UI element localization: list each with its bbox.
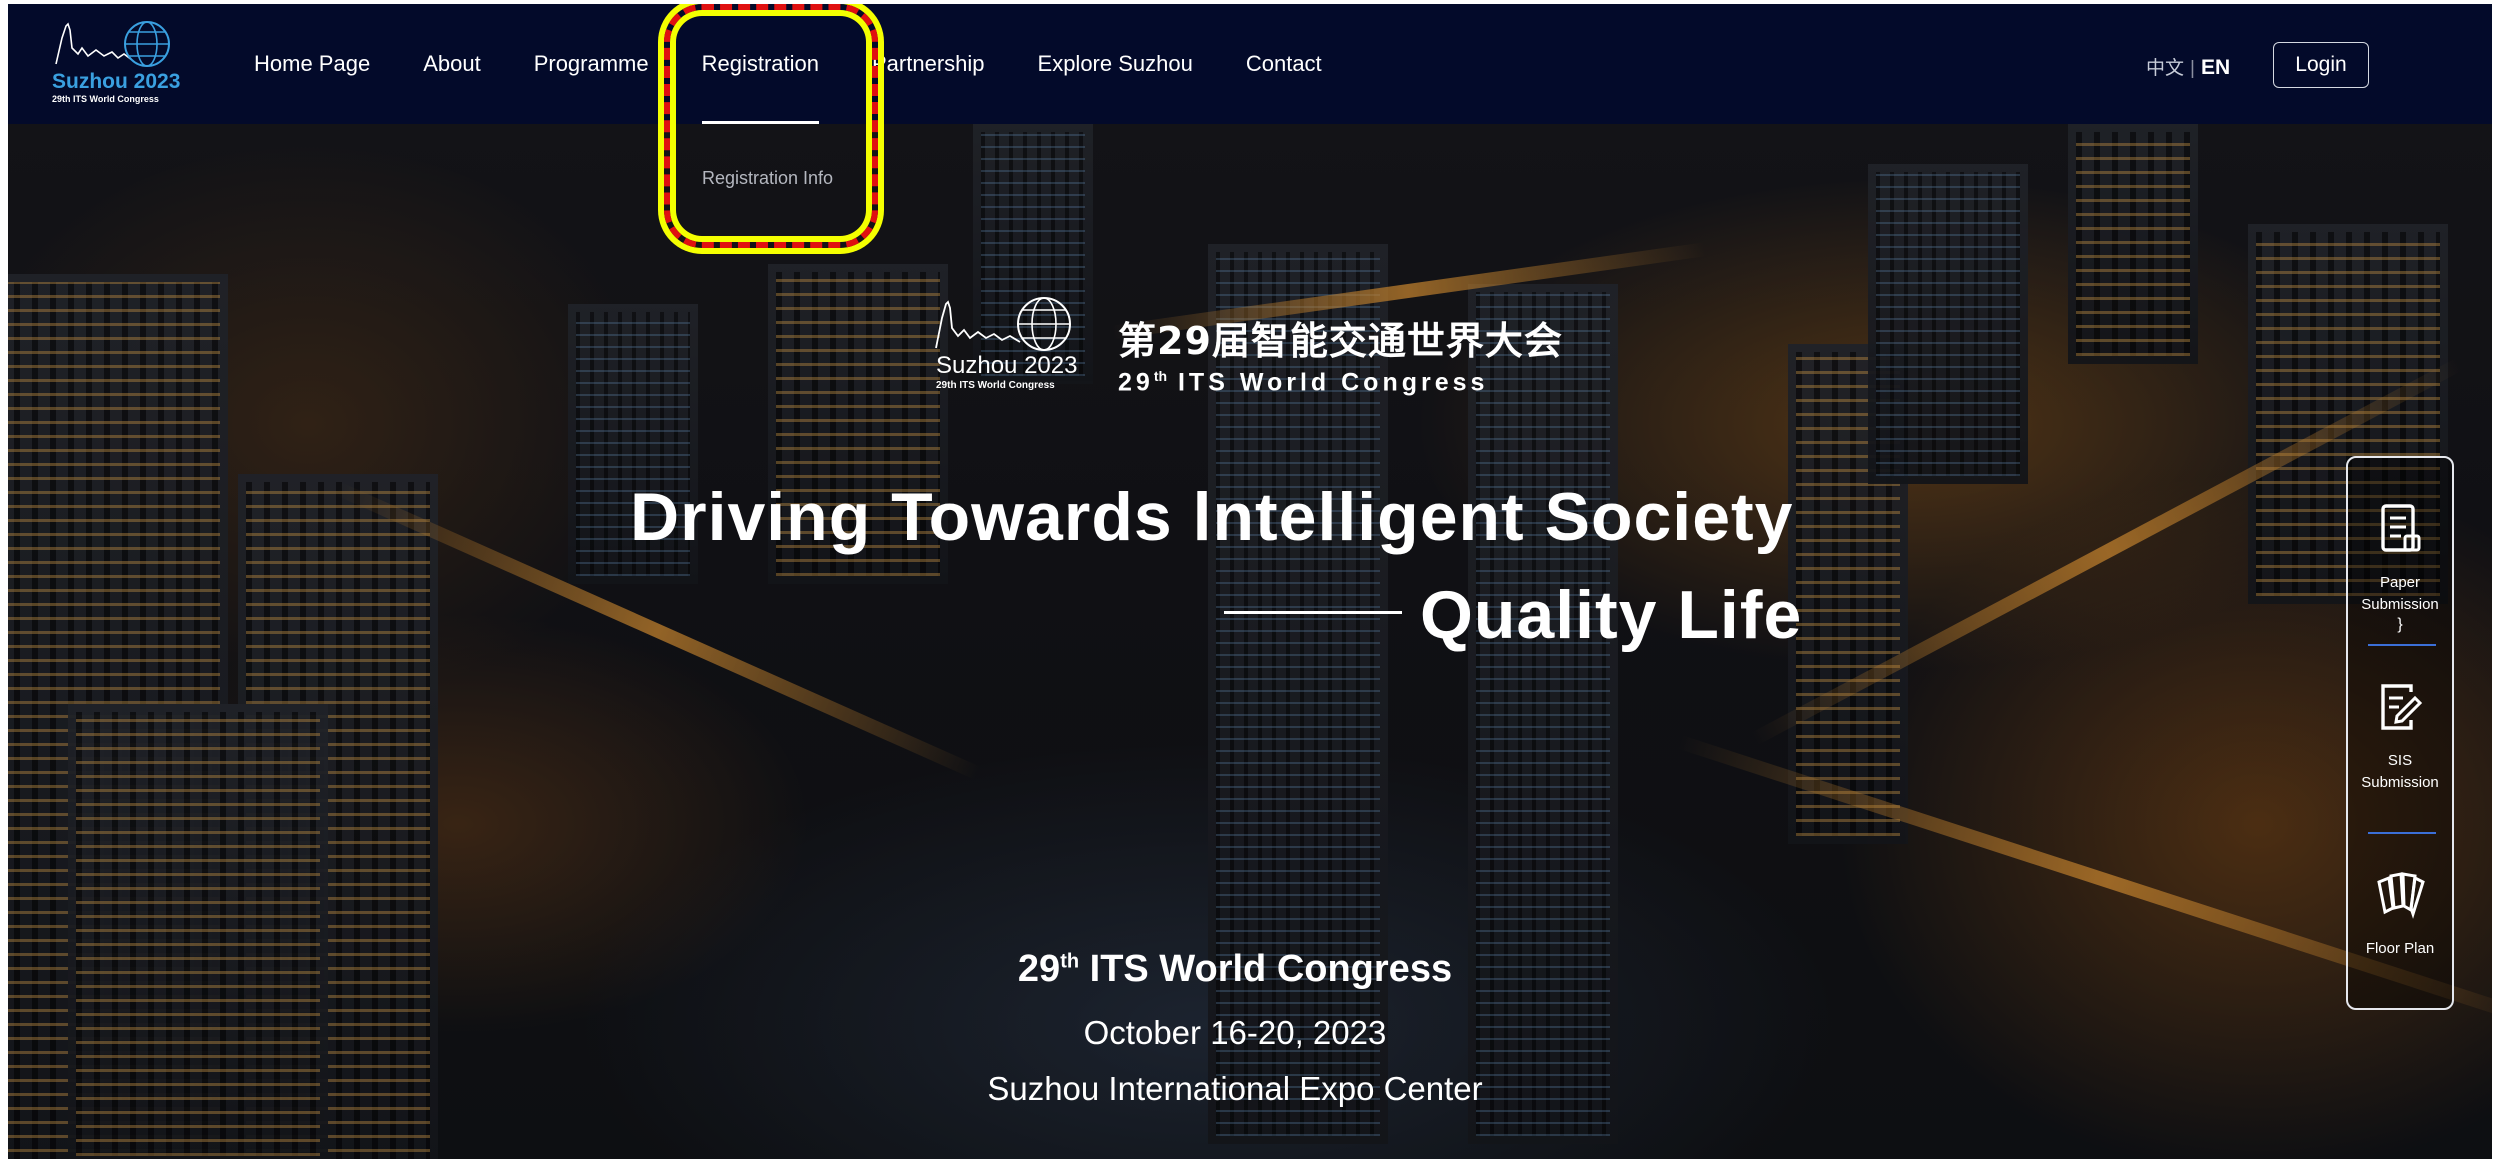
- sidebar-item-paper-submission[interactable]: Paper Submission }: [2348, 502, 2452, 634]
- sidebar-item-label: SIS Submission: [2348, 750, 2452, 794]
- slogan-dash: [1224, 611, 1402, 614]
- nav-programme[interactable]: Programme: [534, 4, 649, 124]
- sidebar-divider: [2368, 644, 2436, 646]
- english-title-text: ITS World Congress: [1167, 368, 1489, 397]
- sidebar-label-line-1: Paper: [2379, 574, 2421, 591]
- congress-text: ITS World Congress: [1079, 948, 1453, 990]
- sidebar-divider: [2368, 832, 2436, 834]
- congress-name: 29th ITS World Congress: [8, 948, 2477, 991]
- login-button[interactable]: Login: [2273, 42, 2369, 88]
- skyline-globe-icon: [55, 21, 170, 67]
- skyline-globe-icon: [935, 297, 1071, 351]
- event-dates: October 16-20, 2023: [1083, 1014, 1387, 1051]
- hero-background: [8, 124, 2492, 1159]
- nav-explore-suzhou[interactable]: Explore Suzhou: [1038, 4, 1193, 124]
- sidebar-label-line-2: Submission: [2361, 596, 2439, 613]
- top-nav: Suzhou 2023 29th ITS World Congress Home…: [8, 4, 2492, 124]
- nav-about[interactable]: About: [423, 4, 481, 124]
- logo-subtitle: 29th ITS World Congress: [52, 94, 159, 104]
- nav-registration[interactable]: Registration: [701, 4, 820, 124]
- event-venue: Suzhou International Expo Center: [987, 1070, 1483, 1107]
- nav-partnership[interactable]: Partnership: [872, 4, 985, 124]
- english-title-number: 29: [1118, 368, 1154, 397]
- sidebar-item-sis-submission[interactable]: SIS Submission: [2348, 680, 2452, 794]
- congress-suffix: th: [1060, 950, 1080, 973]
- nav-contact[interactable]: Contact: [1246, 4, 1322, 124]
- dropdown-item-registration-info[interactable]: Registration Info: [702, 168, 833, 189]
- main-menu: Home Page About Programme Registration P…: [254, 4, 1375, 124]
- congress-number: 29: [1017, 948, 1061, 990]
- registration-dropdown: Registration Info: [702, 124, 872, 234]
- slogan-line-2: Quality Life: [1420, 577, 1803, 653]
- paper-icon: [2381, 504, 2421, 552]
- event-logo-subtitle: 29th ITS World Congress: [936, 380, 1055, 391]
- edit-document-icon: [2381, 684, 2423, 730]
- sidebar-item-floor-plan[interactable]: Floor Plan: [2348, 868, 2452, 960]
- nav-home-page[interactable]: Home Page: [254, 4, 370, 124]
- event-logo-text: Suzhou 2023: [936, 352, 1078, 379]
- lang-chinese[interactable]: 中文: [2146, 58, 2184, 79]
- floor-plan-icon: [2377, 872, 2425, 919]
- sidebar-label-line-1: SIS: [2387, 752, 2413, 769]
- sidebar-item-label: Paper Submission: [2348, 572, 2452, 616]
- lang-separator: |: [2190, 58, 2195, 79]
- hero-overlay: [8, 124, 2492, 1159]
- sidebar-label-line-2: Submission: [2361, 774, 2439, 791]
- event-logo: Suzhou 2023 29th ITS World Congress: [928, 294, 1078, 404]
- lang-english[interactable]: EN: [2201, 56, 2230, 79]
- chinese-title: 第29届智能交通世界大会: [1118, 319, 1563, 363]
- site-logo[interactable]: Suzhou 2023 29th ITS World Congress: [52, 18, 180, 108]
- browser-viewport: Suzhou 2023 29th ITS World Congress Home…: [8, 4, 2492, 1159]
- sidebar-item-label: Floor Plan: [2365, 940, 2435, 957]
- logo-text: Suzhou 2023: [52, 70, 181, 93]
- quick-links-sidebar: Paper Submission } SIS Submission Floor Pl…: [2346, 456, 2454, 1010]
- slogan-line-1: Driving Towards lntelligent Society: [630, 479, 1794, 555]
- english-title-suffix: th: [1153, 368, 1168, 384]
- english-title: 29th ITS World Congress: [1118, 368, 1488, 397]
- language-switcher: 中文 | EN: [2146, 53, 2230, 80]
